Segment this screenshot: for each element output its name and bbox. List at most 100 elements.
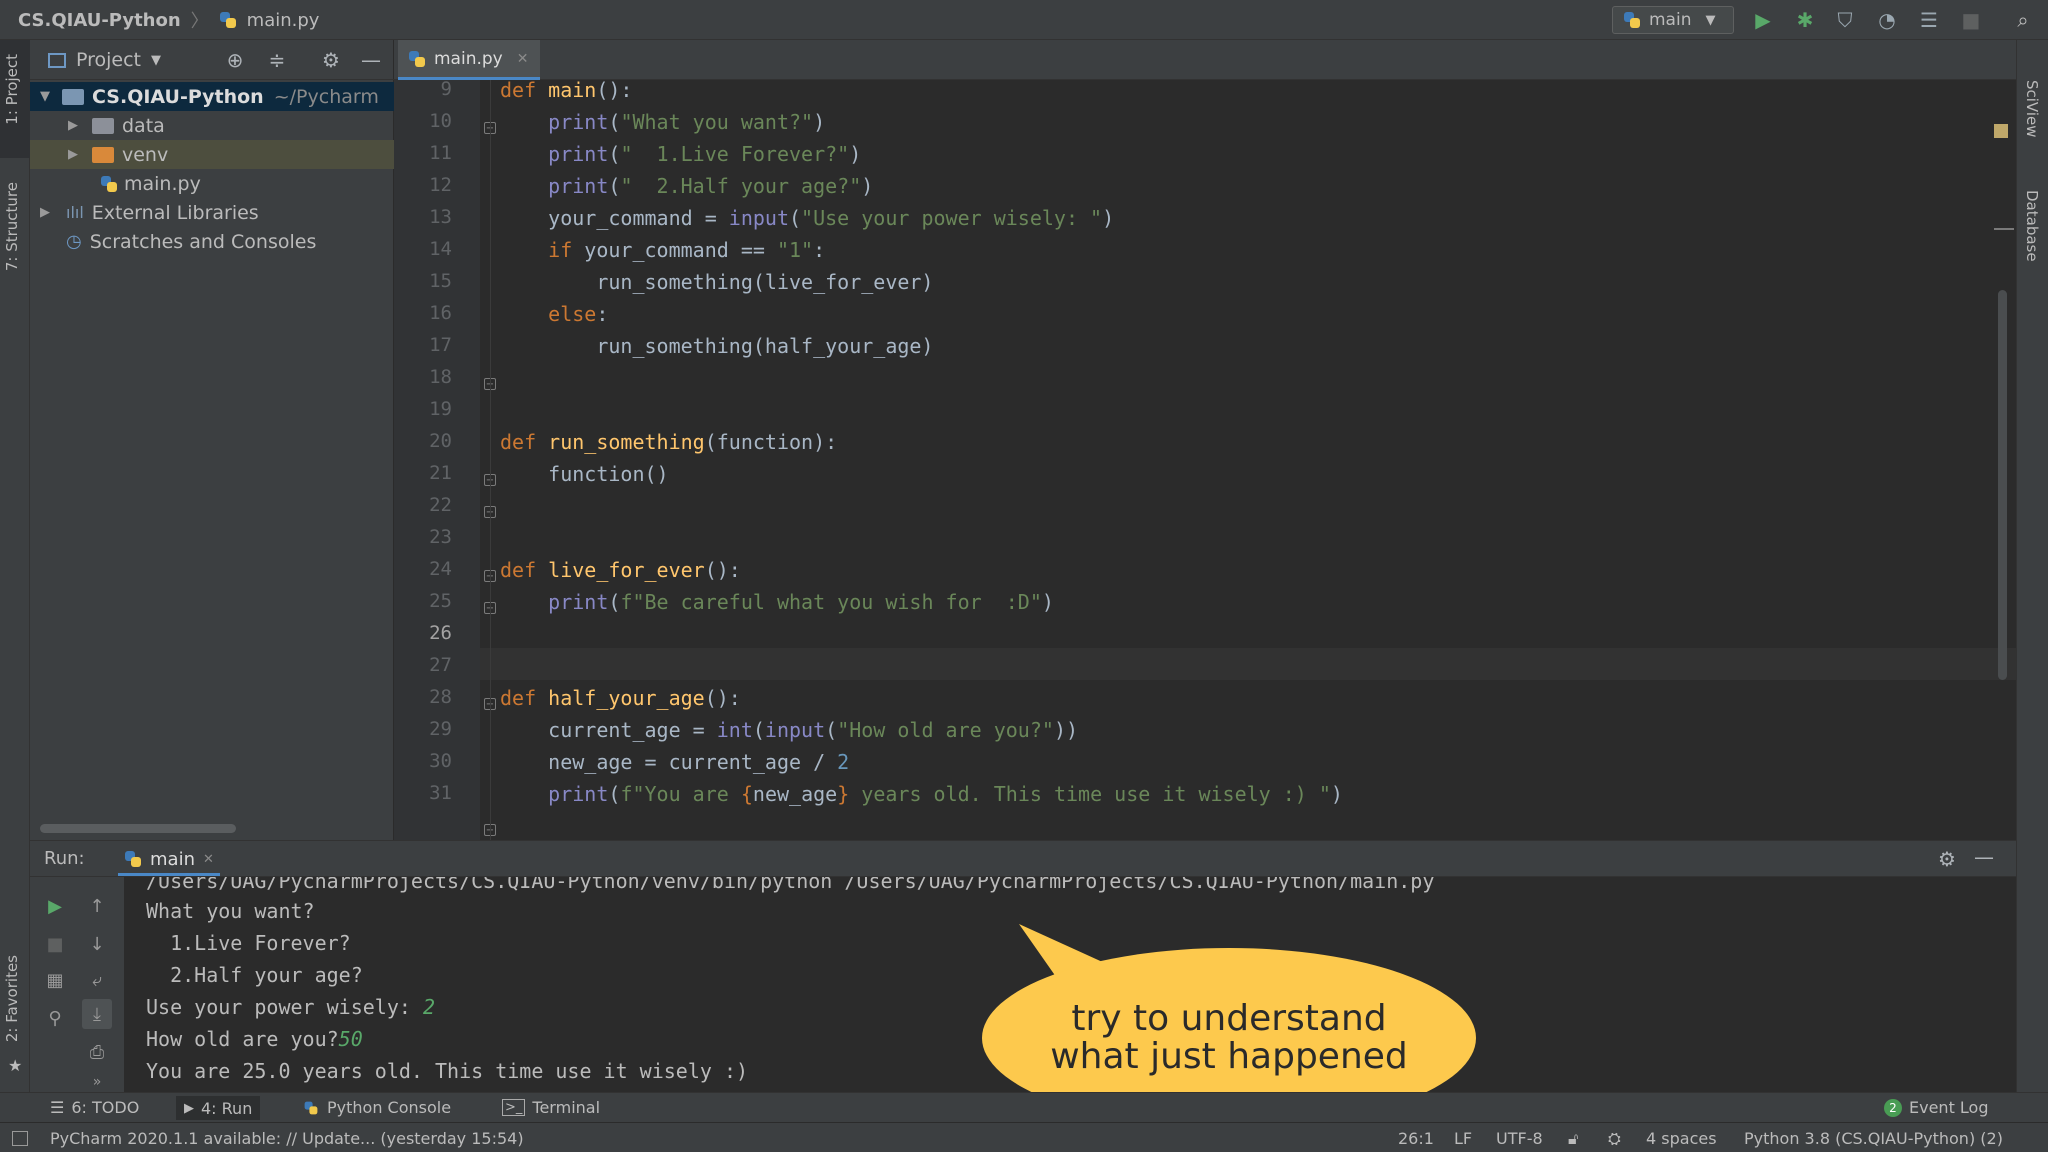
scratches-icon: ◷ bbox=[66, 231, 82, 252]
tree-item-main-py[interactable]: main.py bbox=[30, 169, 394, 198]
pin-icon[interactable]: ⚲ bbox=[40, 1003, 70, 1033]
indent-setting[interactable]: 4 spaces bbox=[1646, 1129, 1717, 1148]
rerun-icon[interactable]: ▶ bbox=[40, 891, 70, 921]
folder-icon bbox=[62, 88, 84, 105]
run-icon[interactable]: ▶ bbox=[1750, 8, 1776, 32]
tool-tab-project[interactable]: 1: Project bbox=[3, 54, 21, 125]
build-icon[interactable]: ☰ bbox=[1916, 8, 1942, 32]
tree-item-label: venv bbox=[122, 143, 169, 166]
debug-icon[interactable]: ✱ bbox=[1792, 8, 1818, 32]
caret-position[interactable]: 26:1 bbox=[1398, 1129, 1434, 1148]
minimize-icon[interactable]: — bbox=[358, 48, 384, 72]
tool-tab-label: Terminal bbox=[532, 1098, 601, 1117]
tool-tab-label: 4: Run bbox=[201, 1098, 253, 1118]
python-interpreter[interactable]: Python 3.8 (CS.QIAU-Python) (2) bbox=[1744, 1129, 2003, 1148]
soft-wrap-icon[interactable]: ⤶ bbox=[82, 965, 112, 995]
run-icon: ▶ bbox=[184, 1100, 194, 1116]
line-number: 20 bbox=[429, 430, 452, 452]
tool-tab-run[interactable]: ▶ 4: Run bbox=[176, 1096, 261, 1120]
line-number: 22 bbox=[429, 494, 452, 516]
right-tool-strip: SciView Database bbox=[2016, 40, 2048, 1092]
close-icon[interactable]: ✕ bbox=[517, 51, 529, 67]
run-panel-header: Run: main ✕ ⚙ — bbox=[30, 841, 2016, 877]
status-bar: PyCharm 2020.1.1 available: // Update...… bbox=[0, 1122, 2048, 1152]
file-encoding[interactable]: UTF-8 bbox=[1496, 1129, 1543, 1148]
scroll-to-end-icon[interactable]: ⤓ bbox=[82, 999, 112, 1029]
stop-icon[interactable]: ■ bbox=[40, 929, 70, 959]
line-number: 17 bbox=[429, 334, 452, 356]
minimize-icon[interactable]: — bbox=[1974, 845, 1994, 869]
tool-tab-favorites[interactable]: 2: Favorites bbox=[3, 955, 21, 1042]
tool-tab-label: Python Console bbox=[327, 1098, 452, 1117]
locate-icon[interactable]: ⊕ bbox=[222, 48, 248, 72]
print-icon[interactable]: ⎙ bbox=[82, 1037, 112, 1067]
tool-tab-database[interactable]: Database bbox=[2023, 190, 2041, 262]
vertical-scrollbar[interactable] bbox=[1998, 290, 2007, 680]
python-file-icon bbox=[408, 50, 426, 68]
code-line-29: current_age = int(input("How old are you… bbox=[500, 718, 1079, 742]
tool-tab-terminal[interactable]: >_ Terminal bbox=[502, 1098, 600, 1117]
callout-line-2: what just happened bbox=[1050, 1036, 1408, 1077]
layout-icon[interactable]: ▦ bbox=[40, 965, 70, 995]
editor-tab-main-py[interactable]: main.py ✕ bbox=[398, 40, 540, 80]
tree-item-label: Scratches and Consoles bbox=[89, 230, 317, 253]
line-number: 26 bbox=[429, 622, 452, 644]
tree-item-external-libraries[interactable]: ▶ ılıl External Libraries bbox=[30, 198, 394, 227]
line-number: 28 bbox=[429, 686, 452, 708]
tree-root-path: ~/Pycharm bbox=[273, 85, 379, 108]
tree-item-data[interactable]: ▶ data bbox=[30, 111, 394, 140]
console-prompt: Use your power wisely: bbox=[146, 995, 423, 1019]
collapse-all-icon[interactable]: ≑ bbox=[264, 48, 290, 72]
project-panel-title: Project bbox=[76, 49, 142, 71]
tool-tab-todo[interactable]: ☰ 6: TODO bbox=[50, 1098, 139, 1117]
tree-item-label: main.py bbox=[124, 172, 201, 195]
breadcrumb-file[interactable]: main.py bbox=[247, 10, 320, 31]
event-count-badge: 2 bbox=[1884, 1098, 1902, 1117]
profile-icon[interactable]: ◔ bbox=[1874, 8, 1900, 32]
close-icon[interactable]: ✕ bbox=[203, 852, 214, 867]
status-message[interactable]: PyCharm 2020.1.1 available: // Update...… bbox=[50, 1129, 524, 1148]
python-file-icon bbox=[100, 175, 118, 193]
toggle-tool-windows-icon[interactable] bbox=[12, 1131, 28, 1146]
gear-icon[interactable]: ⚙ bbox=[1938, 847, 1956, 871]
left-tool-strip: 1: Project 7: Structure 2: Favorites ★ bbox=[0, 40, 30, 1092]
breadcrumb: CS.QIAU-Python 〉 main.py bbox=[18, 9, 320, 33]
tree-item-venv[interactable]: ▶ venv bbox=[30, 140, 394, 169]
gear-icon[interactable]: ⚙ bbox=[318, 48, 344, 72]
run-tab-main[interactable]: main ✕ bbox=[118, 845, 220, 876]
line-number: 29 bbox=[429, 718, 452, 740]
inspector-icon[interactable]: ⛭ bbox=[1608, 1129, 1621, 1149]
tool-tab-event-log[interactable]: 2 Event Log bbox=[1884, 1098, 1989, 1117]
current-line-highlight bbox=[480, 648, 2016, 680]
tool-tab-python-console[interactable]: Python Console bbox=[302, 1098, 451, 1117]
code-line-11: print(" 1.Live Forever?") bbox=[548, 142, 862, 166]
excluded-folder-icon bbox=[92, 146, 114, 163]
breadcrumb-project[interactable]: CS.QIAU-Python bbox=[18, 10, 181, 31]
line-separator[interactable]: LF bbox=[1454, 1129, 1472, 1148]
down-arrow-icon[interactable]: ↓ bbox=[82, 929, 112, 959]
stop-icon[interactable]: ■ bbox=[1958, 8, 1984, 32]
line-number: 18 bbox=[429, 366, 452, 388]
chevron-right-icon: 〉 bbox=[190, 11, 209, 32]
tree-item-root[interactable]: ▼ CS.QIAU-Python ~/Pycharm bbox=[30, 82, 394, 111]
tool-tab-sciview[interactable]: SciView bbox=[2023, 80, 2041, 138]
code-line-20: def run_something(function): bbox=[500, 430, 838, 454]
line-number: 15 bbox=[429, 270, 452, 292]
line-number: 31 bbox=[429, 782, 452, 804]
code-area[interactable]: 9 10 11 12 13 14 15 16 17 18 19 20 21 22 23 24 25 26 27 28 2… bbox=[394, 78, 2016, 850]
up-arrow-icon[interactable]: ↑ bbox=[82, 891, 112, 921]
code-line-25: print(f"Be careful what you wish for :D"… bbox=[548, 590, 1054, 614]
tree-item-scratches[interactable]: ◷ Scratches and Consoles bbox=[30, 227, 394, 256]
code-line-13: your_command = input("Use your power wis… bbox=[500, 206, 1115, 230]
lock-icon[interactable]: 🔓︎ bbox=[1568, 1129, 1578, 1149]
search-icon[interactable]: ⌕ bbox=[2010, 8, 2036, 32]
bottom-tool-tabs: ☰ 6: TODO ▶ 4: Run Python Console >_ Ter… bbox=[0, 1092, 2048, 1122]
run-configuration-select[interactable]: main ▼ bbox=[1612, 6, 1734, 34]
coverage-icon[interactable]: ⛉ bbox=[1832, 8, 1858, 32]
console-line-prompt-1: Use your power wisely: 2 bbox=[146, 995, 435, 1019]
horizontal-scrollbar[interactable] bbox=[40, 824, 236, 833]
code-line-21: function() bbox=[500, 462, 669, 486]
tool-tab-structure[interactable]: 7: Structure bbox=[3, 182, 21, 271]
project-view-select[interactable]: Project ▼ bbox=[48, 49, 161, 71]
inspection-status-icon[interactable] bbox=[1994, 124, 2008, 138]
